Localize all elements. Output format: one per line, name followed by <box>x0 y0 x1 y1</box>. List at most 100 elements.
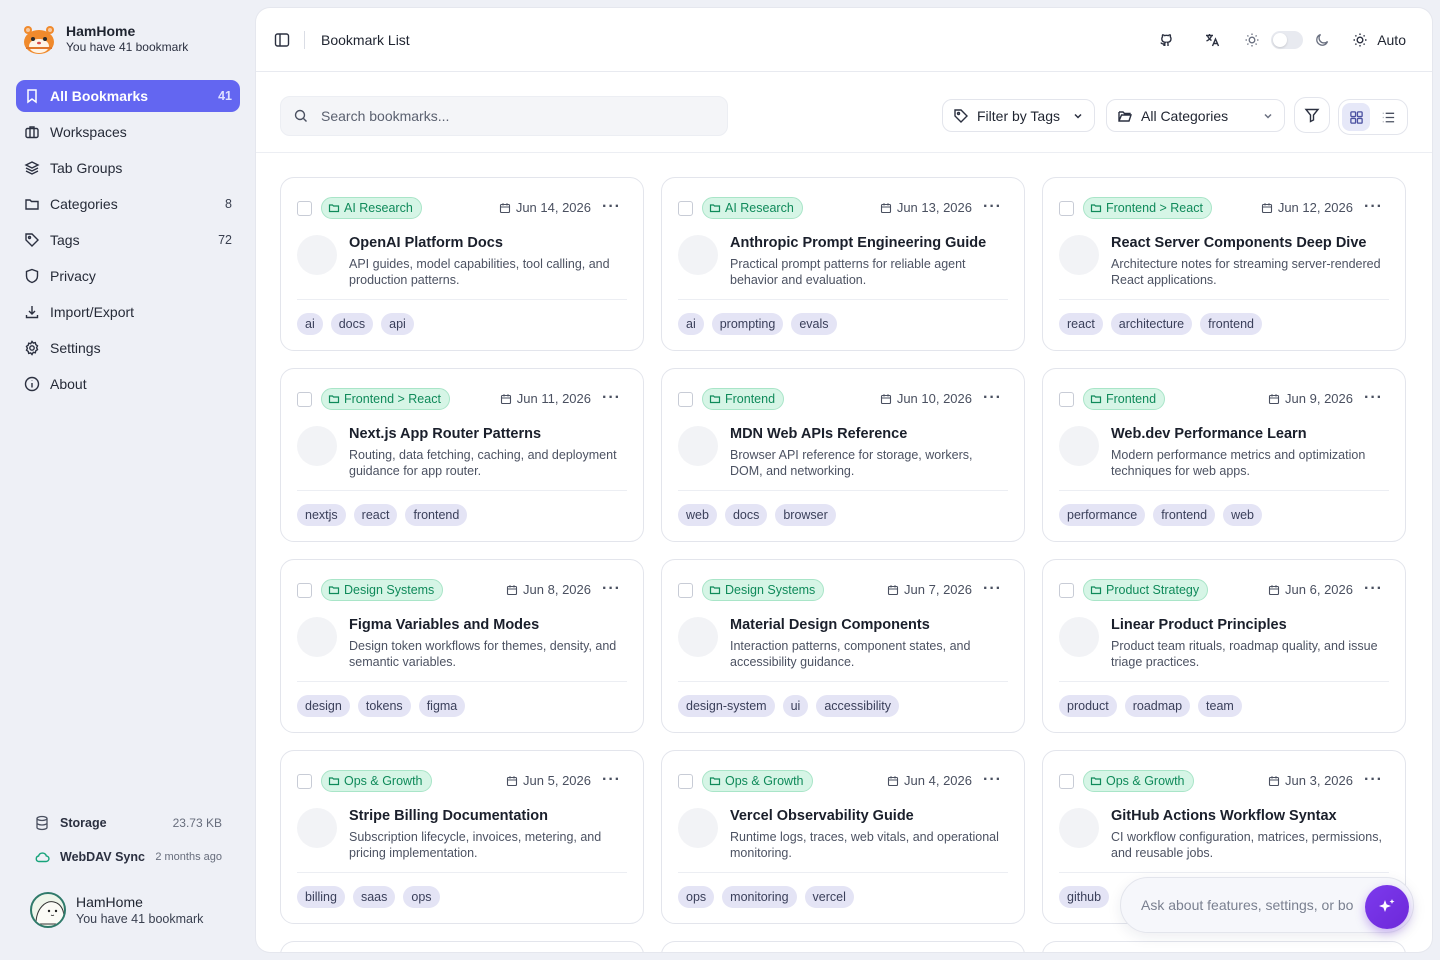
tag-chip[interactable]: frontend <box>1153 504 1216 526</box>
bookmark-title[interactable]: GitHub Actions Workflow Syntax <box>1111 808 1391 824</box>
sidebar-item-settings[interactable]: Settings <box>16 332 240 364</box>
tag-chip[interactable]: browser <box>775 504 836 526</box>
bookmark-title[interactable]: Figma Variables and Modes <box>349 617 629 633</box>
more-options-icon[interactable]: ··· <box>1364 580 1383 598</box>
tag-chip[interactable]: architecture <box>1110 313 1193 335</box>
bookmark-title[interactable]: Anthropic Prompt Engineering Guide <box>730 235 1010 251</box>
bookmark-title[interactable]: MDN Web APIs Reference <box>730 426 1010 442</box>
bookmark-title[interactable]: Linear Product Principles <box>1111 617 1391 633</box>
more-options-icon[interactable]: ··· <box>983 771 1002 789</box>
sidebar-item-workspaces[interactable]: Workspaces <box>16 116 240 148</box>
filter-button[interactable] <box>1294 97 1330 133</box>
bookmark-card[interactable]: Design Systems Jun 7, 2026 ··· Material … <box>661 559 1025 733</box>
category-badge[interactable]: Frontend <box>1083 388 1166 410</box>
translate-icon[interactable] <box>1203 31 1221 49</box>
bookmark-card-partial[interactable] <box>280 941 644 952</box>
select-checkbox[interactable] <box>678 201 693 216</box>
brand[interactable]: HamHome You have 41 bookmark <box>22 22 188 56</box>
bookmark-card-partial[interactable] <box>1042 941 1406 952</box>
search-box[interactable] <box>280 96 728 136</box>
tag-chip[interactable]: web <box>678 504 717 526</box>
tag-chip[interactable]: ops <box>403 886 440 908</box>
tag-chip[interactable]: ai <box>297 313 323 335</box>
more-options-icon[interactable]: ··· <box>983 198 1002 216</box>
select-checkbox[interactable] <box>1059 392 1074 407</box>
tag-chip[interactable]: frontend <box>405 504 468 526</box>
tag-chip[interactable]: nextjs <box>297 504 346 526</box>
sidebar-item-tags[interactable]: Tags 72 <box>16 224 240 256</box>
bookmark-title[interactable]: Material Design Components <box>730 617 1010 633</box>
select-checkbox[interactable] <box>1059 774 1074 789</box>
tag-chip[interactable]: accessibility <box>816 695 900 717</box>
categories-select[interactable]: All Categories <box>1106 99 1285 132</box>
sidebar-item-privacy[interactable]: Privacy <box>16 260 240 292</box>
bookmark-card[interactable]: Ops & Growth Jun 5, 2026 ··· Stripe Bill… <box>280 750 644 924</box>
tag-chip[interactable]: prompting <box>711 313 784 335</box>
bookmark-card[interactable]: Frontend > React Jun 11, 2026 ··· Next.j… <box>280 368 644 542</box>
select-checkbox[interactable] <box>297 583 312 598</box>
bookmark-title[interactable]: Next.js App Router Patterns <box>349 426 629 442</box>
more-options-icon[interactable]: ··· <box>602 771 621 789</box>
theme-toggle-switch[interactable] <box>1271 31 1304 49</box>
tag-chip[interactable]: billing <box>297 886 345 908</box>
select-checkbox[interactable] <box>678 774 693 789</box>
tag-chip[interactable]: docs <box>330 313 374 335</box>
sidebar-item-categories[interactable]: Categories 8 <box>16 188 240 220</box>
filter-tags-dropdown[interactable]: Filter by Tags <box>942 99 1095 132</box>
category-badge[interactable]: Product Strategy <box>1083 579 1209 601</box>
more-options-icon[interactable]: ··· <box>983 389 1002 407</box>
bookmark-card[interactable]: AI Research Jun 13, 2026 ··· Anthropic P… <box>661 177 1025 351</box>
theme-mode-label[interactable]: Auto <box>1377 32 1406 48</box>
tag-chip[interactable]: ai <box>678 313 704 335</box>
sidebar-item-tab-groups[interactable]: Tab Groups <box>16 152 240 184</box>
more-options-icon[interactable]: ··· <box>1364 198 1383 216</box>
sync-row[interactable]: WebDAV Sync 2 months ago <box>34 846 222 868</box>
tag-chip[interactable]: react <box>353 504 398 526</box>
sidebar-item-about[interactable]: About <box>16 368 240 400</box>
bookmark-card[interactable]: Design Systems Jun 8, 2026 ··· Figma Var… <box>280 559 644 733</box>
select-checkbox[interactable] <box>678 392 693 407</box>
category-badge[interactable]: Frontend > React <box>1083 197 1212 219</box>
tag-chip[interactable]: ops <box>678 886 715 908</box>
tag-chip[interactable]: product <box>1059 695 1117 717</box>
tag-chip[interactable]: monitoring <box>722 886 797 908</box>
bookmark-title[interactable]: Vercel Observability Guide <box>730 808 1010 824</box>
tag-chip[interactable]: react <box>1059 313 1103 335</box>
bookmark-title[interactable]: Web.dev Performance Learn <box>1111 426 1391 442</box>
tag-chip[interactable]: performance <box>1059 504 1146 526</box>
more-options-icon[interactable]: ··· <box>602 198 621 216</box>
grid-view-button[interactable] <box>1342 103 1370 131</box>
category-badge[interactable]: AI Research <box>321 197 422 219</box>
tag-chip[interactable]: design <box>297 695 350 717</box>
tag-chip[interactable]: api <box>381 313 414 335</box>
sun-auto-icon[interactable] <box>1351 31 1369 49</box>
tag-chip[interactable]: figma <box>418 695 466 717</box>
select-checkbox[interactable] <box>1059 583 1074 598</box>
bookmark-card[interactable]: AI Research Jun 14, 2026 ··· OpenAI Plat… <box>280 177 644 351</box>
moon-icon[interactable] <box>1313 31 1331 49</box>
select-checkbox[interactable] <box>678 583 693 598</box>
category-badge[interactable]: Frontend <box>702 388 785 410</box>
user-profile[interactable]: HamHome You have 41 bookmark <box>30 892 203 928</box>
search-input[interactable] <box>321 108 715 124</box>
category-badge[interactable]: Frontend > React <box>321 388 450 410</box>
more-options-icon[interactable]: ··· <box>983 580 1002 598</box>
tag-chip[interactable]: team <box>1198 695 1242 717</box>
tag-chip[interactable]: github <box>1059 886 1110 908</box>
github-icon[interactable] <box>1157 31 1175 49</box>
category-badge[interactable]: Ops & Growth <box>321 770 432 792</box>
bookmark-title[interactable]: Stripe Billing Documentation <box>349 808 629 824</box>
tag-chip[interactable]: design-system <box>678 695 775 717</box>
bookmark-card-partial[interactable] <box>661 941 1025 952</box>
bookmark-card[interactable]: Frontend > React Jun 12, 2026 ··· React … <box>1042 177 1406 351</box>
tag-chip[interactable]: roadmap <box>1124 695 1191 717</box>
sidebar-item-all-bookmarks[interactable]: All Bookmarks 41 <box>16 80 240 112</box>
bookmark-title[interactable]: React Server Components Deep Dive <box>1111 235 1391 251</box>
sun-icon[interactable] <box>1243 31 1261 49</box>
bookmark-card[interactable]: Frontend Jun 10, 2026 ··· MDN Web APIs R… <box>661 368 1025 542</box>
bookmark-title[interactable]: OpenAI Platform Docs <box>349 235 629 251</box>
sidebar-toggle-icon[interactable] <box>274 32 290 48</box>
category-badge[interactable]: Design Systems <box>321 579 444 601</box>
tag-chip[interactable]: docs <box>724 504 768 526</box>
list-view-button[interactable] <box>1374 103 1402 131</box>
